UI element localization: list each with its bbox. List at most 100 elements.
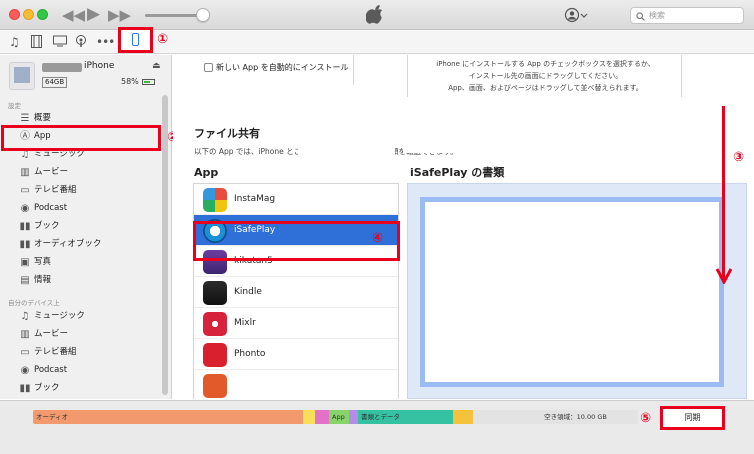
kindle-icon <box>203 281 227 305</box>
auto-install-checkbox[interactable] <box>204 63 213 72</box>
storage-segment <box>349 410 358 424</box>
instamag-icon <box>203 188 227 212</box>
movie-icon[interactable] <box>31 35 42 51</box>
install-info-line: App、画面、およびページはドラッグして並べ替えられます。 <box>448 84 643 92</box>
sync-button[interactable]: 同期 <box>660 406 725 430</box>
main-content: 新しい App を自動的にインストール iPhone にインストールする App… <box>173 55 754 401</box>
apple-logo <box>365 4 384 29</box>
zoom-window-button[interactable] <box>37 9 48 20</box>
app-row-kindle[interactable]: Kindle <box>194 277 398 308</box>
title-bar: ◀◀ ▶ ▶▶ 検索 <box>0 0 754 30</box>
settings-header: 設定 <box>8 102 21 110</box>
annotation-arrow-shaft <box>722 106 725 281</box>
annotation-mask <box>298 130 395 155</box>
on-device-header: 自分のデバイス上 <box>8 299 60 307</box>
eject-icon[interactable]: ⏏ <box>152 61 161 71</box>
storage-bar: オーディオ App 書類とデータ 空き領域：10.00 GB <box>33 410 638 424</box>
iphone-device-icon <box>132 33 139 46</box>
annotation-arrow-head <box>715 268 733 287</box>
app-row-mixlr[interactable]: Mixlr <box>194 308 398 339</box>
media-toolbar: ♫ ••• <box>0 30 754 54</box>
close-window-button[interactable] <box>9 9 20 20</box>
search-placeholder: 検索 <box>649 11 665 20</box>
app-row-next[interactable] <box>194 370 398 401</box>
documents-column-header: iSafePlay の書類 <box>410 166 505 179</box>
install-info-box: iPhone にインストールする App のチェックボックスを選択するか、 イン… <box>407 55 682 97</box>
sidebar-item-device-movies[interactable]: ▥ ムービー <box>0 326 165 343</box>
rewind-icon[interactable]: ◀◀ <box>62 6 85 24</box>
sidebar-item-podcast[interactable]: ◉ Podcast <box>0 200 165 217</box>
annotation-5: ⑤ <box>640 411 652 426</box>
sidebar-item-label: テレビ番組 <box>34 185 77 195</box>
app-name: InstaMag <box>234 194 276 204</box>
isafeplay-highlight-box <box>193 221 400 261</box>
music-icon[interactable]: ♫ <box>9 35 20 49</box>
device-capacity: 64GB <box>42 77 68 88</box>
documents-drop-area[interactable] <box>420 197 724 387</box>
sidebar-item-device-music[interactable]: ♫ ミュージック <box>0 308 165 325</box>
play-icon[interactable]: ▶ <box>87 4 100 24</box>
iphone-device-button[interactable] <box>118 27 153 53</box>
battery-percent: 58% <box>121 77 139 86</box>
more-icon[interactable]: ••• <box>96 35 115 49</box>
sidebar-item-label: Podcast <box>34 203 68 213</box>
file-sharing-app-list: InstaMag iSafePlay kikutan5 Kindle Mixlr… <box>193 183 399 401</box>
volume-knob[interactable] <box>196 8 210 22</box>
auto-install-label: 新しい App を自動的にインストール <box>216 63 349 72</box>
search-input[interactable]: 検索 <box>630 7 744 24</box>
sidebar-item-audiobooks[interactable]: ▮▮ オーディオブック <box>0 236 165 253</box>
app-row-phonto[interactable]: Phonto <box>194 339 398 370</box>
storage-segment <box>315 410 329 424</box>
install-info-line: iPhone にインストールする App のチェックボックスを選択するか、 <box>436 60 655 68</box>
audiobook-icon: ▮▮ <box>19 239 31 250</box>
app-name: Phonto <box>234 349 266 359</box>
account-button[interactable] <box>564 7 592 23</box>
storage-segment-documents: 書類とデータ <box>358 410 453 424</box>
sidebar-item-tv[interactable]: ▭ テレビ番組 <box>0 182 165 199</box>
sidebar-item-label: 写真 <box>34 257 52 267</box>
phonto-icon <box>203 343 227 367</box>
install-info-line: インストール先の画面にドラッグしてください。 <box>468 72 623 80</box>
tv-icon[interactable] <box>53 35 67 50</box>
sidebar-item-info[interactable]: ▤ 情報 <box>0 272 165 289</box>
storage-segment-audio: オーディオ <box>33 410 303 424</box>
app-row-instamag[interactable]: InstaMag <box>194 184 398 215</box>
movie-icon: ▥ <box>20 167 30 178</box>
sidebar: iPhone ⏏ 64GB 58% 設定 ☰ 概要 Ⓐ App ♫ ミュージック… <box>0 55 172 399</box>
fast-forward-icon[interactable]: ▶▶ <box>108 6 131 24</box>
app-name: Kindle <box>234 287 262 297</box>
documents-panel[interactable] <box>407 183 747 399</box>
sidebar-item-books[interactable]: ▮▮ ブック <box>0 218 165 235</box>
device-image <box>9 62 35 90</box>
file-sharing-title: ファイル共有 <box>194 127 260 140</box>
sidebar-item-device-podcast[interactable]: ◉ Podcast <box>0 362 165 379</box>
sidebar-item-device-books[interactable]: ▮▮ ブック <box>0 380 165 397</box>
sidebar-item-label: ムービー <box>34 167 69 177</box>
storage-segment-app: App <box>329 410 349 424</box>
podcast-icon: ◉ <box>20 203 30 214</box>
minimize-window-button[interactable] <box>23 9 34 20</box>
sidebar-item-device-tv[interactable]: ▭ テレビ番組 <box>0 344 165 361</box>
photo-icon: ▣ <box>20 257 30 268</box>
storage-bar-area: オーディオ App 書類とデータ 空き領域：10.00 GB ⑤ 同期 <box>0 400 754 454</box>
podcast-icon[interactable] <box>75 35 87 51</box>
annotation-3: ③ <box>733 150 745 165</box>
sidebar-item-label: テレビ番組 <box>34 347 77 357</box>
app-highlight-box <box>1 125 161 151</box>
apps-column-header: App <box>194 166 219 179</box>
book-icon: ▮▮ <box>19 383 31 394</box>
sidebar-item-label: ミュージック <box>34 311 85 321</box>
sidebar-item-label: オーディオブック <box>34 239 102 249</box>
sidebar-item-movies[interactable]: ▥ ムービー <box>0 164 165 181</box>
app-install-list: 新しい App を自動的にインストール <box>184 55 354 85</box>
annotation-1: ① <box>157 32 169 47</box>
app-name: Mixlr <box>234 318 256 328</box>
mixlr-icon <box>203 312 227 336</box>
sidebar-item-label: Podcast <box>34 365 68 375</box>
storage-segment <box>303 410 315 424</box>
storage-segment <box>453 410 473 424</box>
sidebar-item-photos[interactable]: ▣ 写真 <box>0 254 165 271</box>
search-icon <box>636 11 645 26</box>
tv-icon: ▭ <box>20 347 30 358</box>
sidebar-item-label: 情報 <box>34 275 52 285</box>
